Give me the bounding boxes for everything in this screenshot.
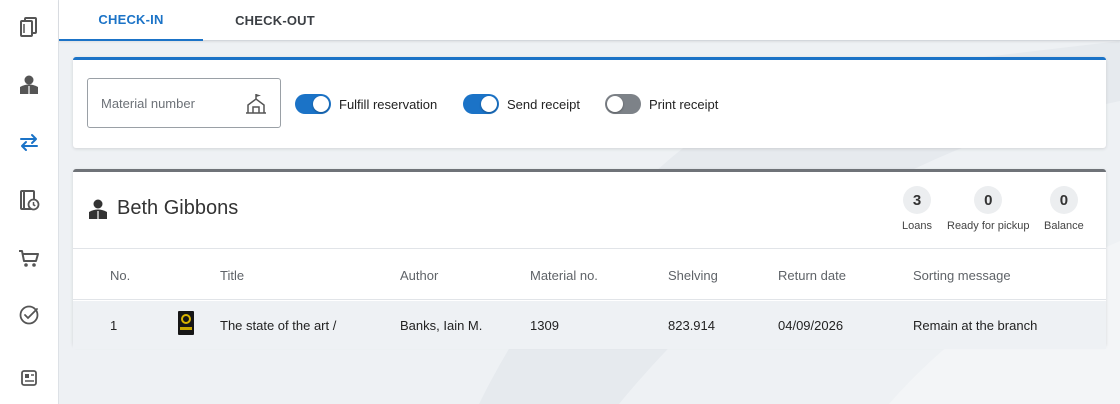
fulfill-reservation-switch[interactable]: [295, 94, 331, 114]
patron-name[interactable]: Beth Gibbons: [117, 197, 238, 220]
print-receipt-toggle[interactable]: Print receipt: [605, 93, 718, 115]
row-shelving: 823.914: [668, 318, 715, 333]
column-title: Title: [220, 268, 245, 283]
ready-for-pickup-label: Ready for pickup: [947, 220, 1030, 232]
patron-icon: [20, 75, 38, 94]
stat-balance[interactable]: 0 Balance: [1044, 186, 1084, 232]
print-receipt-label: Print receipt: [649, 96, 719, 112]
rail-item-reports[interactable]: [0, 358, 58, 398]
table-header: No. Title Author Material no. Shelving R…: [73, 249, 1106, 300]
due-book-icon: [20, 190, 40, 211]
row-return-date: 04/09/2026: [778, 318, 844, 333]
ready-for-pickup-count: 0: [974, 186, 1003, 214]
rail-item-cart[interactable]: [0, 238, 58, 278]
tab-check-out[interactable]: CHECK-OUT: [203, 0, 347, 41]
swap-icon: [20, 134, 38, 151]
patron-icon: [89, 199, 107, 219]
check-circle-icon: [19, 305, 39, 325]
row-sorting-message: Remain at the branch: [913, 318, 1038, 333]
patron-panel: Beth Gibbons 3 Loans 0 Ready for pickup …: [73, 169, 1106, 349]
balance-label: Balance: [1044, 220, 1084, 232]
stat-loans[interactable]: 3 Loans: [902, 186, 932, 232]
column-no: No.: [110, 268, 131, 283]
report-icon: [21, 370, 37, 386]
cart-icon: [19, 250, 39, 267]
loans-label: Loans: [902, 220, 932, 232]
row-material-no: 1309: [530, 318, 559, 333]
send-receipt-switch[interactable]: [463, 94, 499, 114]
column-author: Author: [400, 268, 439, 283]
stat-ready-for-pickup[interactable]: 0 Ready for pickup: [947, 186, 1030, 232]
fulfill-reservation-toggle[interactable]: Fulfill reservation: [295, 93, 437, 115]
column-shelving: Shelving: [668, 268, 718, 283]
fulfill-reservation-label: Fulfill reservation: [339, 96, 438, 112]
book-cover-thumbnail: [178, 311, 194, 335]
books-icon: [20, 17, 37, 37]
balance-count: 0: [1049, 186, 1078, 214]
rail-item-checks[interactable]: [0, 295, 58, 335]
row-no: 1: [110, 318, 118, 333]
loans-count: 3: [902, 186, 931, 214]
rail-item-due[interactable]: [0, 180, 58, 220]
print-receipt-switch[interactable]: [605, 94, 641, 114]
rail-item-checkin-checkout[interactable]: [0, 122, 58, 162]
table-row[interactable]: 1 The state of the art / Banks, Iain M. …: [73, 301, 1106, 349]
material-number-input[interactable]: [101, 95, 241, 111]
navigation-rail: [0, 0, 59, 404]
material-number-field[interactable]: [87, 78, 281, 128]
column-return-date: Return date: [778, 268, 846, 283]
tab-check-in[interactable]: CHECK-IN: [59, 0, 203, 41]
rail-item-patron[interactable]: [0, 65, 58, 105]
tab-bar: CHECK-IN CHECK-OUT: [59, 0, 1120, 41]
patron-title: Beth Gibbons: [87, 197, 238, 220]
send-receipt-label: Send receipt: [507, 96, 580, 112]
send-receipt-toggle[interactable]: Send receipt: [463, 93, 580, 115]
column-material-no: Material no.: [530, 268, 598, 283]
column-sorting-message: Sorting message: [913, 268, 1011, 283]
patron-header: Beth Gibbons 3 Loans 0 Ready for pickup …: [73, 172, 1106, 249]
library-building-icon: [246, 94, 266, 114]
row-title: The state of the art /: [220, 318, 337, 333]
check-in-panel: Fulfill reservation Send receipt Print r…: [73, 57, 1106, 148]
row-author: Banks, Iain M.: [400, 318, 483, 333]
rail-item-books[interactable]: [0, 6, 58, 46]
